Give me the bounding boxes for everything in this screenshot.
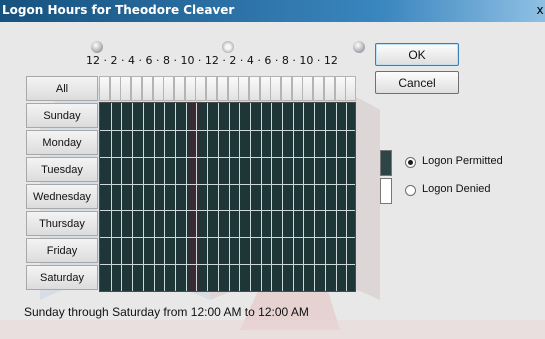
day-row-button[interactable]: Wednesday [26,184,98,209]
grid-column-line [229,103,230,291]
grid-column-line [121,103,122,291]
grid-column-line [111,103,112,291]
hour-column-button[interactable] [217,76,228,101]
day-row-button[interactable]: Friday [26,238,98,263]
hour-column-button[interactable] [324,76,335,101]
grid-column-line [271,103,272,291]
sun-icon [222,41,234,53]
hour-column-button[interactable] [163,76,174,101]
time-ruler-labels: 12 · 2 · 4 · 6 · 8 · 10 · 12 · 2 · 4 · 6… [86,54,338,67]
grid-column-line [175,103,176,291]
grid-column-line [325,103,326,291]
logon-permitted-label[interactable]: Logon Permitted [422,155,503,167]
grid-column-line [314,103,315,291]
grid-column-line [303,103,304,291]
hour-column-button[interactable] [270,76,281,101]
denied-color-swatch [380,178,392,204]
day-row-button[interactable]: Monday [26,130,98,155]
ok-button[interactable]: OK [375,43,459,66]
hour-column-button[interactable] [195,76,206,101]
hour-column-button[interactable] [238,76,249,101]
logon-denied-radio[interactable] [405,185,416,196]
grid-row-line [100,157,355,158]
close-button[interactable]: x [533,3,545,17]
grid-column-line [346,103,347,291]
grid-column-line [218,103,219,291]
hour-column-button[interactable] [281,76,292,101]
hour-column-button[interactable] [302,76,313,101]
permitted-color-swatch [380,150,392,176]
grid-row-line [100,184,355,185]
day-row-button[interactable]: Saturday [26,265,98,290]
schedule-status-text: Sunday through Saturday from 12:00 AM to… [24,305,309,319]
grid-row-line [100,130,355,131]
grid-column-line [293,103,294,291]
hour-column-button[interactable] [206,76,217,101]
grid-row-line [100,210,355,211]
select-all-button[interactable]: All [26,76,98,101]
grid-column-line [186,103,187,291]
grid-column-line [196,103,197,291]
day-row-button[interactable]: Thursday [26,211,98,236]
day-row-button[interactable]: Sunday [26,103,98,128]
logon-denied-label[interactable]: Logon Denied [422,183,491,195]
hour-column-headers [99,76,356,101]
day-row-button[interactable]: Tuesday [26,157,98,182]
grid-column-line [282,103,283,291]
moon-icon [91,41,103,53]
hour-column-button[interactable] [313,76,324,101]
grid-column-line [239,103,240,291]
moon-icon [353,41,365,53]
grid-column-line [207,103,208,291]
hour-column-button[interactable] [345,76,356,101]
grid-column-line [336,103,337,291]
selected-hour-column [190,103,200,291]
hour-column-button[interactable] [131,76,142,101]
hour-column-button[interactable] [174,76,185,101]
hour-column-button[interactable] [99,76,110,101]
window-title: Logon Hours for Theodore Cleaver [2,3,235,17]
grid-row-line [100,264,355,265]
grid-column-line [154,103,155,291]
cancel-button[interactable]: Cancel [375,71,459,94]
grid-column-line [132,103,133,291]
grid-column-line [250,103,251,291]
hour-column-button[interactable] [249,76,260,101]
hour-column-button[interactable] [142,76,153,101]
grid-column-line [164,103,165,291]
grid-column-line [261,103,262,291]
logon-hours-grid[interactable] [99,102,356,292]
grid-column-line [143,103,144,291]
grid-row-line [100,237,355,238]
hour-column-button[interactable] [120,76,131,101]
logon-permitted-radio[interactable] [405,157,416,168]
radio-selected-dot [408,160,413,165]
title-bar[interactable]: Logon Hours for Theodore Cleaver x [0,0,545,22]
logon-hours-dialog: Logon Hours for Theodore Cleaver x 12 · … [0,0,545,339]
